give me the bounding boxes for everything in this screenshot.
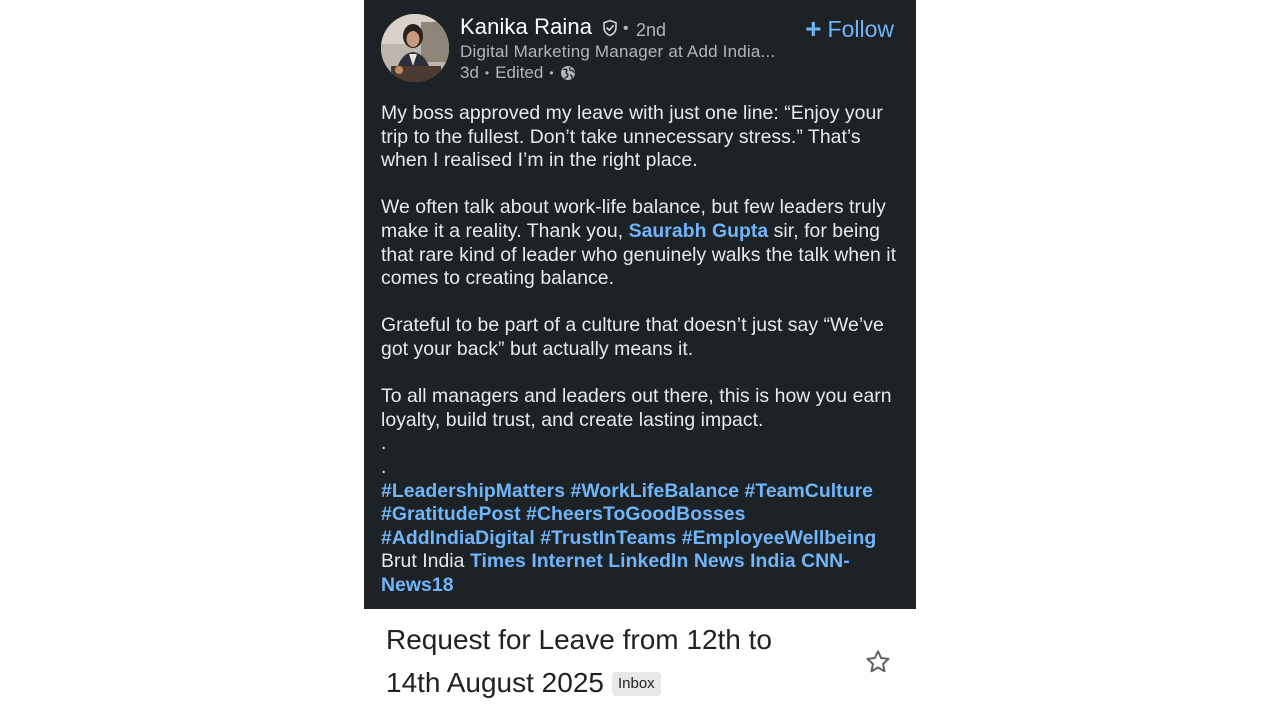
post-body: My boss approved my leave with just one …	[381, 102, 901, 597]
dot-line: .	[381, 432, 387, 455]
inbox-label-badge[interactable]: Inbox	[611, 672, 661, 696]
author-name[interactable]: Kanika Raina	[460, 14, 592, 40]
star-outline-icon[interactable]	[864, 648, 892, 676]
post-paragraph: We often talk about work-life balance, b…	[381, 196, 901, 290]
avatar[interactable]	[381, 14, 449, 82]
globe-icon	[560, 66, 575, 80]
verified-shield-icon	[603, 19, 617, 37]
edited-label: Edited	[495, 63, 544, 82]
hashtag-link[interactable]: #WorkLifeBalance	[571, 480, 740, 502]
hashtag-link[interactable]: #TrustInTeams	[540, 527, 676, 549]
post-paragraph: Grateful to be part of a culture that do…	[381, 314, 884, 360]
screenshot-page: Kanika Raina • 2nd Digital Marketing Man…	[0, 0, 1280, 720]
hashtags-block: #LeadershipMatters #WorkLifeBalance #Tea…	[381, 480, 901, 551]
hashtag-link[interactable]: #CheersToGoodBosses	[526, 503, 745, 525]
author-headline: Digital Marketing Manager at Add India..…	[460, 42, 776, 61]
email-subject-header: Request for Leave from 12th to 14th Augu…	[386, 618, 826, 704]
meta-separator: •	[484, 66, 490, 80]
meta-separator: •	[549, 66, 554, 80]
tag-link[interactable]: Times Internet	[470, 550, 603, 572]
connection-degree: 2nd	[636, 20, 667, 40]
dot-line: .	[381, 455, 387, 478]
hashtag-link[interactable]: #LeadershipMatters	[381, 480, 565, 502]
hashtag-link[interactable]: #AddIndiaDigital	[381, 527, 535, 549]
post-age: 3d	[460, 63, 479, 82]
degree-separator: •	[623, 20, 629, 37]
avatar-photo	[381, 14, 449, 82]
plus-icon: +	[805, 13, 822, 44]
hashtag-link[interactable]: #EmployeeWellbeing	[682, 527, 877, 549]
hashtag-link[interactable]: #TeamCulture	[745, 480, 873, 502]
tag-brut-india: Brut India	[381, 550, 465, 573]
post-paragraph: To all managers and leaders out there, t…	[381, 385, 892, 431]
mention-saurabh-gupta[interactable]: Saurabh Gupta	[629, 220, 769, 242]
tag-link[interactable]: LinkedIn News India	[608, 550, 795, 572]
linkedin-post-card: Kanika Raina • 2nd Digital Marketing Man…	[364, 0, 916, 609]
follow-label: Follow	[827, 15, 894, 42]
follow-button[interactable]: + Follow	[805, 14, 894, 44]
tags-block: Brut India Times Internet LinkedIn News …	[381, 550, 901, 597]
post-paragraph: My boss approved my leave with just one …	[381, 102, 883, 172]
post-meta: 3d • Edited •	[460, 63, 576, 83]
hashtag-link[interactable]: #GratitudePost	[381, 503, 521, 525]
email-subject: Request for Leave from 12th to 14th Augu…	[386, 624, 772, 698]
